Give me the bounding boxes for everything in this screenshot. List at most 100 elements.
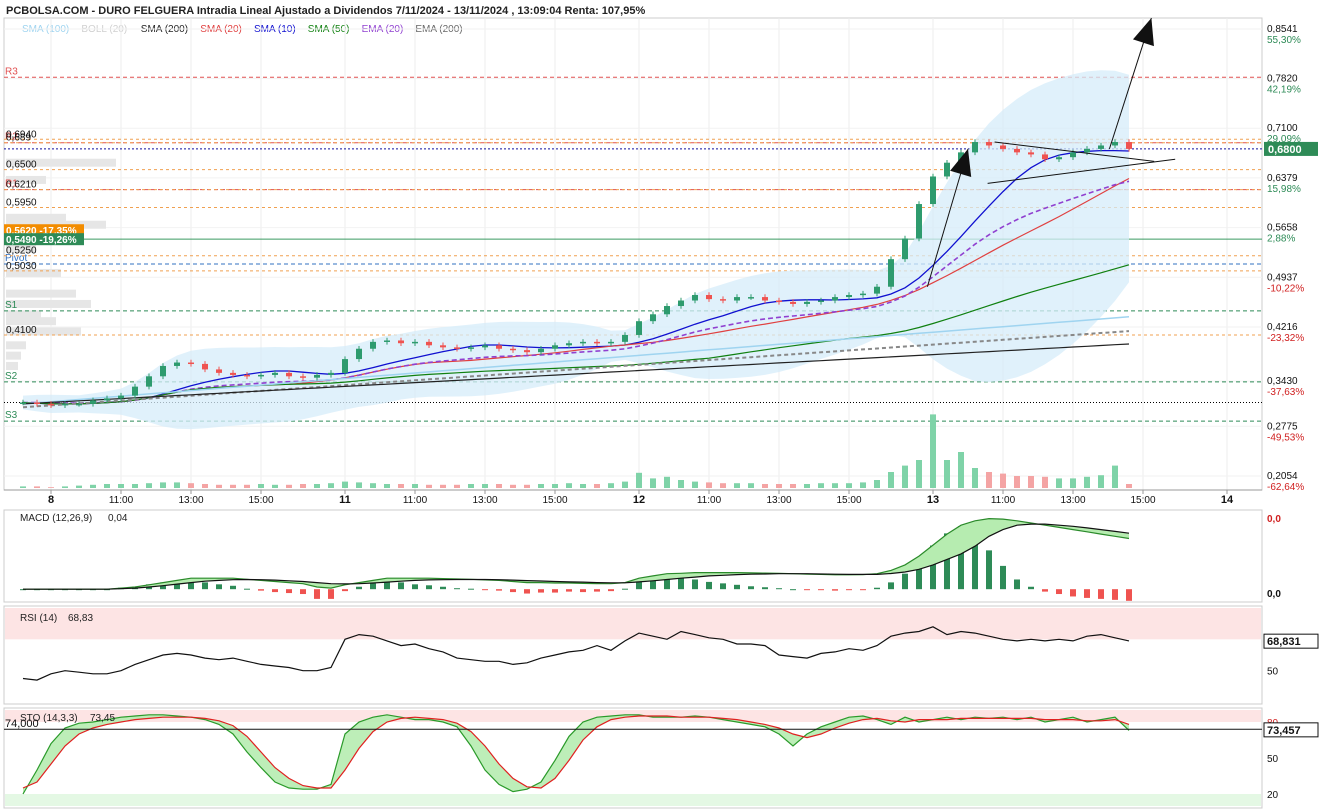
candle-body	[1098, 145, 1104, 149]
level-label-s1: S1	[5, 300, 18, 311]
volume-bar	[944, 460, 950, 488]
candle-body	[146, 376, 152, 387]
volume-bar	[1084, 476, 1090, 488]
candle-body	[538, 348, 544, 353]
volume-bar	[1042, 476, 1048, 488]
candle-body	[454, 347, 460, 349]
volume-bar	[1000, 473, 1006, 488]
macd-histogram-bar	[1126, 589, 1132, 601]
macd-histogram-bar	[790, 589, 796, 591]
candle-body	[818, 300, 824, 303]
candle-body	[1000, 145, 1006, 149]
macd-histogram-bar	[566, 589, 572, 592]
volume-bar	[860, 482, 866, 488]
right-axis-label-0: 0,8541	[1267, 24, 1298, 35]
right-axis-pct-3: 15,98%	[1267, 184, 1301, 195]
candle-body	[720, 299, 726, 301]
candle-body	[244, 374, 250, 377]
volume-bar	[986, 472, 992, 488]
volume-bar	[1098, 475, 1104, 488]
candle-body	[1112, 142, 1118, 146]
candle-body	[76, 403, 82, 406]
price-badge-label-1: 0,5490 -19,26%	[6, 235, 77, 246]
x-tick-label-1: 11:00	[109, 495, 134, 506]
macd-histogram-bar	[1112, 589, 1118, 600]
candle-body	[314, 374, 320, 378]
right-axis-label-4: 0,5658	[1267, 223, 1298, 234]
candle-body	[1126, 142, 1132, 149]
x-tick-label-9: 11:00	[697, 495, 722, 506]
volume-bar	[174, 482, 180, 488]
candle-body	[398, 340, 404, 344]
candle-body	[258, 374, 264, 377]
macd-histogram-bar	[692, 579, 698, 590]
volume-bar	[188, 483, 194, 488]
candle-body	[748, 297, 754, 299]
macd-histogram-bar	[734, 584, 740, 590]
legend-item-0: SMA (100)	[22, 24, 69, 35]
volume-bar	[566, 483, 572, 488]
volume-bar	[230, 484, 236, 488]
volume-bar	[1070, 478, 1076, 488]
macd-histogram-bar	[1056, 589, 1062, 595]
candle-body	[20, 402, 26, 404]
volume-bar	[762, 484, 768, 488]
candle-body	[734, 297, 740, 301]
candle-body	[524, 350, 530, 353]
sto-value: 73,45	[90, 713, 115, 724]
volume-bar	[104, 484, 110, 488]
rsi-value: 68,83	[68, 613, 93, 624]
volume-bar	[622, 481, 628, 488]
volume-bar	[706, 482, 712, 488]
candle-body	[860, 293, 866, 296]
candle-body	[412, 341, 418, 344]
volume-bar	[216, 484, 222, 488]
volume-bar	[300, 484, 306, 488]
candle-body	[916, 204, 922, 239]
volume-bar	[916, 460, 922, 488]
volume-bar	[972, 468, 978, 488]
volume-profile-bar-6	[6, 289, 76, 298]
volume-bar	[930, 414, 936, 488]
candle-body	[706, 294, 712, 300]
candle-body	[972, 142, 978, 153]
macd-title: MACD (12,26,9)	[20, 513, 92, 524]
volume-bar	[426, 484, 432, 488]
volume-bar	[832, 483, 838, 488]
macd-histogram-bar	[552, 589, 558, 593]
macd-histogram-bar	[678, 578, 684, 590]
volume-profile-bar-8	[6, 310, 41, 319]
volume-bar	[524, 484, 530, 488]
legend-item-2: SMA (200)	[141, 24, 188, 35]
legend-item-1: BOLL (20)	[81, 24, 127, 35]
macd-histogram-bar	[258, 589, 264, 591]
candle-body	[776, 300, 782, 303]
left-price-label-1: 0,689	[6, 133, 31, 144]
macd-histogram-bar	[902, 573, 908, 590]
candle-body	[342, 359, 348, 373]
candle-body	[1042, 154, 1048, 160]
x-tick-label-6: 13:00	[472, 495, 497, 506]
right-axis-label-8: 0,2775	[1267, 421, 1298, 432]
candle-body	[636, 321, 642, 335]
candle-body	[384, 340, 390, 342]
macd-histogram-bar	[272, 589, 278, 593]
macd-histogram-bar	[510, 589, 516, 593]
volume-bar	[90, 484, 96, 488]
macd-histogram-bar	[244, 588, 250, 590]
right-axis-label-1: 0,7820	[1267, 74, 1298, 85]
legend-item-6: EMA (20)	[362, 24, 404, 35]
candle-body	[930, 176, 936, 205]
volume-bar	[734, 483, 740, 488]
sto-oversold-band	[5, 794, 1261, 806]
candle-body	[902, 238, 908, 260]
candle-body	[664, 306, 670, 315]
candle-body	[874, 286, 880, 294]
right-axis-pct-9: -62,64%	[1267, 482, 1304, 493]
candle-body	[426, 341, 432, 346]
left-price-label-2: 0,6500	[6, 160, 37, 171]
volume-bar	[874, 480, 880, 488]
macd-histogram-bar	[776, 588, 782, 590]
volume-bar	[160, 482, 166, 488]
candle-body	[356, 348, 362, 360]
